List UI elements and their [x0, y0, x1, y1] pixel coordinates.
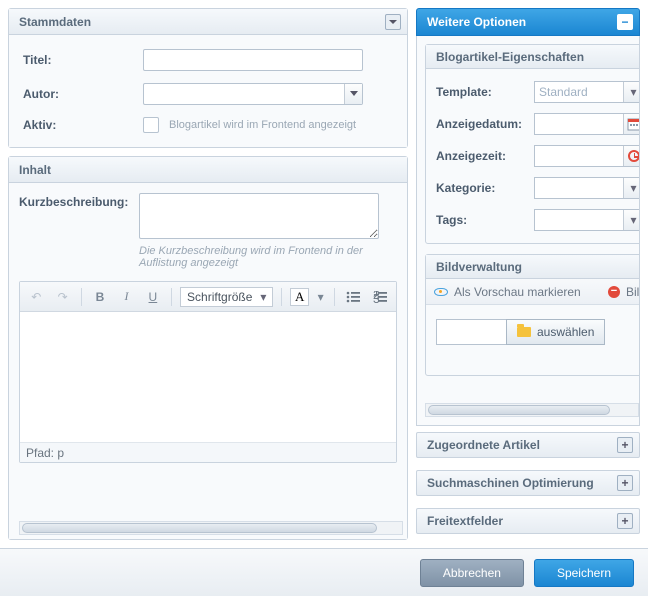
freitextfelder-accordion[interactable]: Freitextfelder + — [416, 508, 640, 534]
aktiv-checkbox[interactable] — [143, 117, 159, 133]
underline-button[interactable]: U — [143, 287, 163, 307]
aktiv-label: Aktiv: — [23, 118, 143, 132]
kurz-help: Die Kurzbeschreibung wird im Frontend in… — [139, 245, 379, 269]
chevron-down-icon[interactable]: ▾ — [623, 82, 639, 102]
image-chooser: auswählen — [436, 319, 639, 345]
blog-properties-title: Blogartikel-Eigenschaften — [426, 45, 639, 69]
anzeigezeit-input[interactable] — [534, 145, 639, 167]
bold-button[interactable]: B — [90, 287, 110, 307]
eye-icon — [434, 288, 448, 296]
kurz-label: Kurzbeschreibung: — [19, 193, 139, 209]
undo-icon[interactable]: ↶ — [26, 287, 46, 307]
folder-icon — [517, 327, 531, 337]
horizontal-scrollbar[interactable] — [425, 403, 639, 417]
plus-icon[interactable]: + — [617, 437, 633, 453]
editor-path: Pfad: p — [20, 442, 396, 462]
preview-mark-button[interactable]: Als Vorschau markieren — [454, 285, 581, 299]
kurzbeschreibung-input[interactable] — [139, 193, 379, 239]
tags-label: Tags: — [436, 213, 534, 227]
anzeigedatum-input[interactable] — [534, 113, 639, 135]
anzeigezeit-label: Anzeigezeit: — [436, 149, 534, 163]
italic-button[interactable]: I — [116, 287, 136, 307]
chevron-down-icon[interactable]: ▾ — [256, 290, 270, 304]
kategorie-combo[interactable]: ▾ — [534, 177, 639, 199]
blog-properties-panel: Blogartikel-Eigenschaften Template: Stan… — [425, 44, 639, 244]
choose-image-button[interactable]: auswählen — [506, 319, 605, 345]
stammdaten-title: Stammdaten — [19, 15, 91, 29]
inhalt-panel: Inhalt Kurzbeschreibung: Die Kurzbeschre… — [8, 156, 408, 540]
rich-text-editor: ↶ ↷ B I U Schriftgröße ▾ — [19, 281, 397, 463]
zugeordnete-artikel-accordion[interactable]: Zugeordnete Artikel + — [416, 432, 640, 458]
remove-icon[interactable]: − — [608, 286, 620, 298]
text-color-button[interactable]: A — [290, 288, 309, 306]
editor-toolbar: ↶ ↷ B I U Schriftgröße ▾ — [20, 282, 396, 312]
chevron-down-icon[interactable]: ▾ — [315, 287, 326, 307]
plus-icon[interactable]: + — [617, 513, 633, 529]
horizontal-scrollbar[interactable] — [19, 521, 403, 535]
chevron-down-icon[interactable]: ▾ — [623, 210, 639, 230]
bildverwaltung-title: Bildverwaltung — [426, 255, 639, 279]
tags-combo[interactable]: ▾ — [534, 209, 639, 231]
stammdaten-panel: Stammdaten Titel: Autor: — [8, 8, 408, 148]
calendar-icon[interactable] — [623, 114, 639, 134]
autor-label: Autor: — [23, 87, 143, 101]
inhalt-header: Inhalt — [9, 157, 407, 183]
font-size-select[interactable]: Schriftgröße ▾ — [180, 287, 273, 307]
seo-accordion[interactable]: Suchmaschinen Optimierung + — [416, 470, 640, 496]
bullet-list-button[interactable] — [343, 287, 363, 307]
chevron-down-icon[interactable]: ▾ — [623, 178, 639, 198]
stammdaten-header: Stammdaten — [9, 9, 407, 35]
template-combo[interactable]: Standard ▾ — [534, 81, 639, 103]
image-path-input[interactable] — [436, 319, 506, 345]
weitere-optionen-header: Weitere Optionen − — [416, 8, 640, 36]
clock-icon[interactable] — [623, 146, 639, 166]
template-label: Template: — [436, 85, 534, 99]
cancel-button[interactable]: Abbrechen — [420, 559, 524, 587]
bildverwaltung-panel: Bildverwaltung Als Vorschau markieren − … — [425, 254, 639, 376]
aktiv-help: Blogartikel wird im Frontend angezeigt — [169, 119, 356, 131]
editor-content[interactable] — [20, 312, 396, 442]
chevron-down-icon[interactable] — [344, 84, 362, 104]
anzeigedatum-label: Anzeigedatum: — [436, 117, 534, 131]
autor-combo[interactable] — [143, 83, 363, 105]
save-button[interactable]: Speichern — [534, 559, 634, 587]
redo-icon[interactable]: ↷ — [52, 287, 72, 307]
bild-delete-label[interactable]: Bild — [626, 285, 639, 299]
collapse-icon[interactable]: − — [617, 14, 633, 30]
weitere-optionen-title: Weitere Optionen — [427, 15, 526, 29]
titel-input[interactable] — [143, 49, 363, 71]
plus-icon[interactable]: + — [617, 475, 633, 491]
numbered-list-button[interactable]: 123 — [370, 287, 390, 307]
kategorie-label: Kategorie: — [436, 181, 534, 195]
footer-bar: Abbrechen Speichern — [0, 548, 648, 596]
collapse-icon[interactable] — [385, 14, 401, 30]
titel-label: Titel: — [23, 53, 143, 67]
inhalt-title: Inhalt — [19, 163, 51, 177]
